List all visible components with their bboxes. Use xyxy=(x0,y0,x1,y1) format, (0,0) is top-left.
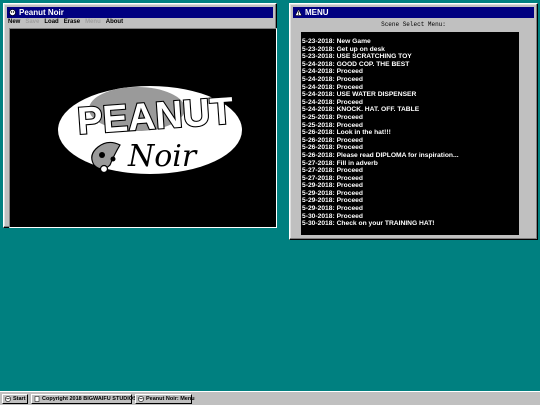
list-item[interactable]: 5-29-2018: Proceed xyxy=(302,182,519,190)
menu-about[interactable]: About xyxy=(106,19,123,28)
menu-menu[interactable]: Menu xyxy=(85,19,101,28)
list-item[interactable]: 5-29-2018: Proceed xyxy=(302,205,519,213)
list-item[interactable]: 5-24-2018: KNOCK. HAT. OFF. TABLE xyxy=(302,106,519,114)
copyright-button[interactable]: Copyright 2018 BIGWAIFU STUDIOS xyxy=(31,394,137,404)
list-item[interactable]: 5-25-2018: Proceed xyxy=(302,114,519,122)
menu-erase[interactable]: Erase xyxy=(64,19,80,28)
list-item[interactable]: 5-27-2018: Proceed xyxy=(302,175,519,183)
menu-new[interactable]: New xyxy=(8,19,20,28)
list-item[interactable]: 5-26-2018: Proceed xyxy=(302,137,519,145)
menu-window-title: MENU xyxy=(305,8,329,17)
logo-line2: Noir xyxy=(127,139,198,174)
copyright-label: Copyright 2018 BIGWAIFU STUDIOS xyxy=(42,396,137,402)
document-icon xyxy=(34,396,40,402)
list-item[interactable]: 5-24-2018: Proceed xyxy=(302,99,519,107)
list-item[interactable]: 5-24-2018: Proceed xyxy=(302,76,519,84)
game-menubar: New Save Load Erase Menu About xyxy=(8,19,123,28)
game-window-titlebar[interactable]: Peanut Noir xyxy=(7,7,273,18)
game-window: Peanut Noir New Save Load Erase Menu Abo… xyxy=(3,3,277,228)
menu-window: MENU Scene Select Menu: 5-23-2018: New G… xyxy=(289,3,538,240)
start-button[interactable]: Start xyxy=(2,394,28,404)
warning-triangle-icon xyxy=(294,8,303,16)
list-item[interactable]: 5-26-2018: Look in the hat!!! xyxy=(302,129,519,137)
menu-window-titlebar[interactable]: MENU xyxy=(293,7,534,18)
task-peanut-noir-menu[interactable]: Peanut Noir: Menu xyxy=(135,394,195,404)
list-item[interactable]: 5-30-2018: Proceed xyxy=(302,213,519,221)
scene-select-list[interactable]: 5-23-2018: New Game 5-23-2018: Get up on… xyxy=(301,32,519,235)
game-window-title: Peanut Noir xyxy=(19,8,64,17)
list-item[interactable]: 5-23-2018: USE SCRATCHING TOY xyxy=(302,53,519,61)
peanut-start-icon xyxy=(5,396,11,402)
task-label: Peanut Noir: Menu xyxy=(146,396,195,402)
menu-save[interactable]: Save xyxy=(25,19,39,28)
list-item[interactable]: 5-26-2018: Please read DIPLOMA for inspi… xyxy=(302,152,519,160)
game-canvas[interactable]: PEANUT Noir xyxy=(9,28,277,228)
scene-select-label: Scene Select Menu: xyxy=(381,21,446,28)
peanut-task-icon xyxy=(138,396,144,402)
list-item[interactable]: 5-23-2018: New Game xyxy=(302,38,519,46)
list-item[interactable]: 5-26-2018: Proceed xyxy=(302,144,519,152)
list-item[interactable]: 5-23-2018: Get up on desk xyxy=(302,46,519,54)
list-item[interactable]: 5-30-2018: Check on your TRAINING HAT! xyxy=(302,220,519,228)
list-item[interactable]: 5-27-2018: Proceed xyxy=(302,167,519,175)
list-item[interactable]: 5-24-2018: Proceed xyxy=(302,68,519,76)
list-item[interactable]: 5-29-2018: Proceed xyxy=(302,197,519,205)
list-item[interactable]: 5-25-2018: Proceed xyxy=(302,122,519,130)
start-label: Start xyxy=(13,396,26,402)
menu-load[interactable]: Load xyxy=(44,19,58,28)
list-item[interactable]: 5-27-2018: Fill in adverb xyxy=(302,160,519,168)
list-item[interactable]: 5-24-2018: Proceed xyxy=(302,84,519,92)
peanut-app-icon xyxy=(9,9,16,16)
peanut-noir-logo: PEANUT Noir xyxy=(58,86,242,184)
list-item[interactable]: 5-29-2018: Proceed xyxy=(302,190,519,198)
list-item[interactable]: 5-24-2018: GOOD COP. THE BEST xyxy=(302,61,519,69)
taskbar: Start Copyright 2018 BIGWAIFU STUDIOS Pe… xyxy=(0,391,540,405)
list-item[interactable]: 5-24-2018: USE WATER DISPENSER xyxy=(302,91,519,99)
